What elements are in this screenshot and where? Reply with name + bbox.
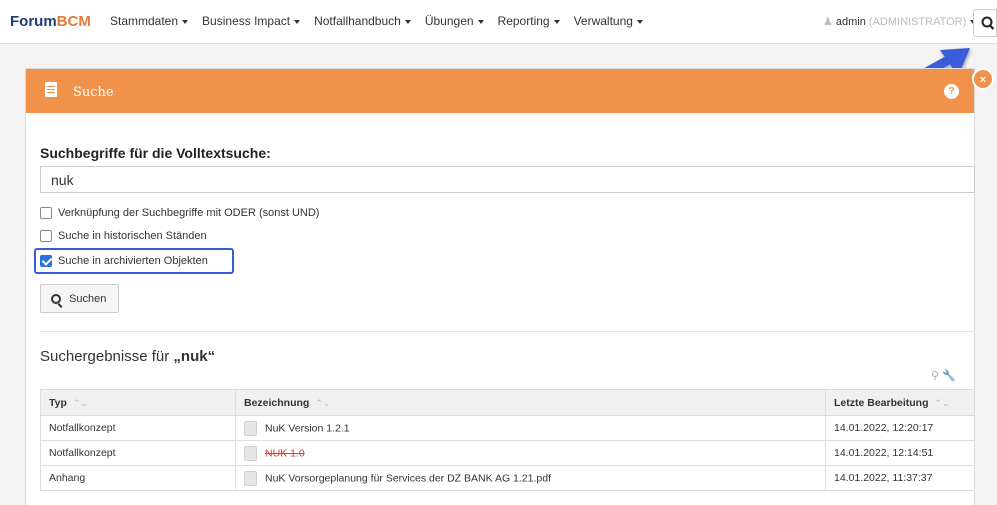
sort-icon: ⌃⌄ (934, 397, 950, 408)
sort-icon: ⌃⌄ (72, 397, 88, 408)
brand-logo[interactable]: ForumBCM (10, 13, 91, 30)
global-search-button[interactable] (973, 9, 997, 37)
document-icon (244, 420, 257, 436)
search-icon (981, 16, 995, 30)
top-navbar: ForumBCM Stammdaten Business Impact Notf… (0, 0, 997, 44)
cell-bezeichnung[interactable]: NuK Version 1.2.1 (235, 415, 826, 441)
menu-notfallhandbuch[interactable]: Notfallhandbuch (314, 14, 411, 28)
attachment-icon (244, 470, 257, 486)
search-heading: Suchbegriffe für die Volltextsuche: (40, 145, 271, 161)
search-input[interactable] (40, 166, 975, 193)
option-oder[interactable]: Verknüpfung der Suchbegriffe mit ODER (s… (40, 205, 319, 221)
table-row[interactable]: Anhang NuK Vorsorgeplanung für Services … (40, 465, 975, 491)
user-role: (ADMINISTRATOR) (868, 16, 967, 28)
menu-verwaltung[interactable]: Verwaltung (574, 14, 643, 28)
chevron-down-icon (477, 19, 484, 24)
main-menu: Stammdaten Business Impact Notfallhandbu… (110, 14, 657, 28)
user-menu[interactable]: ♟ admin (ADMINISTRATOR) (823, 15, 977, 28)
chevron-down-icon (404, 19, 411, 24)
results-title: Suchergebnisse für „nuk“ (40, 348, 216, 365)
divider (40, 331, 975, 332)
document-icon (244, 445, 257, 461)
menu-uebungen[interactable]: Übungen (425, 14, 484, 28)
menu-reporting[interactable]: Reporting (498, 14, 560, 28)
document-icon (45, 82, 57, 97)
highlight-frame (34, 248, 234, 274)
cell-datum: 14.01.2022, 12:20:17 (825, 415, 975, 441)
search-panel: Suche ? Suchbegriffe für die Volltextsuc… (25, 68, 975, 505)
cell-bezeichnung[interactable]: NUK 1.0 (235, 440, 826, 466)
table-search-icon[interactable]: ⚲ (931, 370, 939, 382)
suchen-button-label: Suchen (69, 292, 107, 305)
chevron-down-icon (553, 19, 560, 24)
column-header-bezeichnung[interactable]: Bezeichnung ⌃⌄ (235, 389, 826, 416)
help-icon[interactable]: ? (944, 84, 959, 99)
user-icon: ♟ (823, 16, 833, 28)
table-row[interactable]: Notfallkonzept NuK Version 1.2.1 14.01.2… (40, 415, 975, 441)
chevron-down-icon (636, 19, 643, 24)
close-icon[interactable]: × (972, 68, 994, 90)
panel-title: Suche (73, 85, 114, 100)
cell-datum: 14.01.2022, 11:37:37 (825, 465, 975, 491)
wrench-icon[interactable]: 🔧 (942, 370, 956, 382)
cell-bezeichnung[interactable]: NuK Vorsorgeplanung für Services der DZ … (235, 465, 826, 491)
cell-typ: Notfallkonzept (40, 415, 236, 441)
cell-typ: Notfallkonzept (40, 440, 236, 466)
column-header-letzte-bearbeitung[interactable]: Letzte Bearbeitung ⌃⌄ (825, 389, 975, 416)
results-table: Typ ⌃⌄ Bezeichnung ⌃⌄ Letzte Bearbeitung ⌃⌄… (40, 389, 975, 491)
column-header-typ[interactable]: Typ ⌃⌄ (40, 389, 236, 416)
checkbox-label: Verknüpfung der Suchbegriffe mit ODER (s… (58, 207, 320, 219)
cell-typ: Anhang (40, 465, 236, 491)
panel-header: Suche ? (26, 69, 974, 113)
checkbox-oder[interactable] (40, 207, 52, 219)
table-row[interactable]: Notfallkonzept NUK 1.0 14.01.2022, 12:14… (40, 440, 975, 466)
option-historisch[interactable]: Suche in historischen Ständen (40, 228, 207, 244)
chevron-down-icon (182, 19, 189, 24)
suchen-button[interactable]: Suchen (40, 284, 119, 313)
table-tools: ⚲ 🔧 (931, 369, 956, 382)
menu-business-impact[interactable]: Business Impact (202, 14, 301, 28)
sort-icon: ⌃⌄ (315, 397, 331, 408)
user-name: admin (835, 16, 866, 28)
checkbox-historisch[interactable] (40, 230, 52, 242)
cell-datum: 14.01.2022, 12:14:51 (825, 440, 975, 466)
search-icon (51, 293, 61, 304)
menu-stammdaten[interactable]: Stammdaten (110, 14, 189, 28)
chevron-down-icon (294, 19, 301, 24)
checkbox-label: Suche in historischen Ständen (58, 230, 207, 242)
